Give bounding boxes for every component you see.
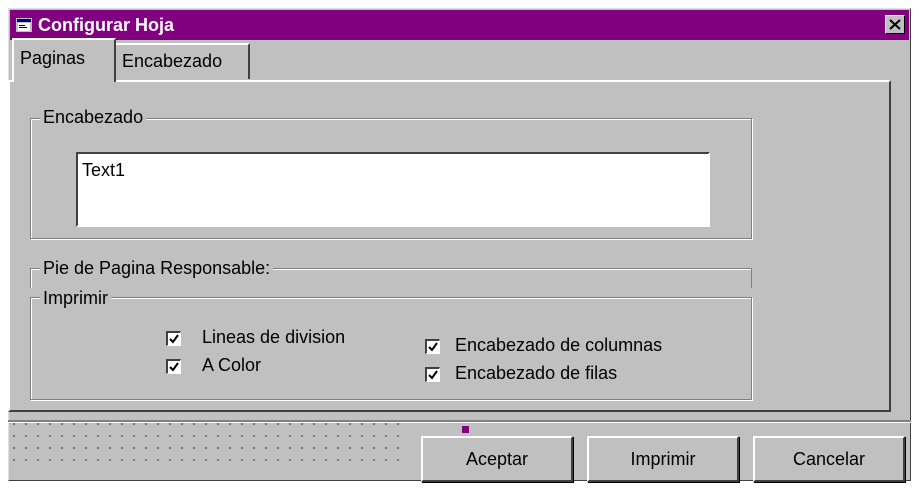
accept-button[interactable]: Aceptar [421, 436, 573, 482]
checkbox-lineas-division[interactable] [166, 331, 181, 346]
window-title: Configurar Hoja [38, 15, 175, 35]
tab-paginas-label: Paginas [20, 48, 86, 68]
checkbox-encabezado-columnas-label: Encabezado de columnas [455, 335, 663, 355]
checkmark-icon [169, 334, 179, 344]
close-button[interactable] [885, 15, 905, 34]
tab-paginas[interactable]: Paginas [12, 38, 116, 82]
checkbox-a-color[interactable] [166, 359, 181, 374]
tab-encabezado-label: Encabezado [122, 51, 223, 71]
checkmark-icon [428, 342, 438, 352]
window-icon [16, 18, 32, 32]
print-button[interactable]: Imprimir [587, 436, 739, 482]
checkbox-encabezado-filas[interactable] [425, 367, 440, 382]
checkbox-encabezado-filas-label: Encabezado de filas [455, 363, 618, 383]
footer-group-label: Pie de Pagina Responsable: [40, 258, 274, 278]
tab-encabezado[interactable]: Encabezado [114, 43, 250, 79]
checkbox-lineas-division-label: Lineas de division [202, 327, 346, 347]
close-icon [889, 19, 901, 30]
dot-grid [8, 418, 408, 468]
checkbox-a-color-label: A Color [202, 355, 262, 375]
print-group-label: Imprimir [40, 288, 111, 308]
checkbox-encabezado-columnas[interactable] [425, 339, 440, 354]
checkmark-icon [428, 370, 438, 380]
title-bar[interactable]: Configurar Hoja [10, 10, 909, 40]
header-text-input[interactable]: Text1 [76, 152, 710, 227]
checkmark-icon [169, 362, 179, 372]
cancel-button[interactable]: Cancelar [753, 436, 905, 482]
resize-handle[interactable] [462, 426, 469, 433]
header-group-label: Encabezado [40, 107, 147, 127]
